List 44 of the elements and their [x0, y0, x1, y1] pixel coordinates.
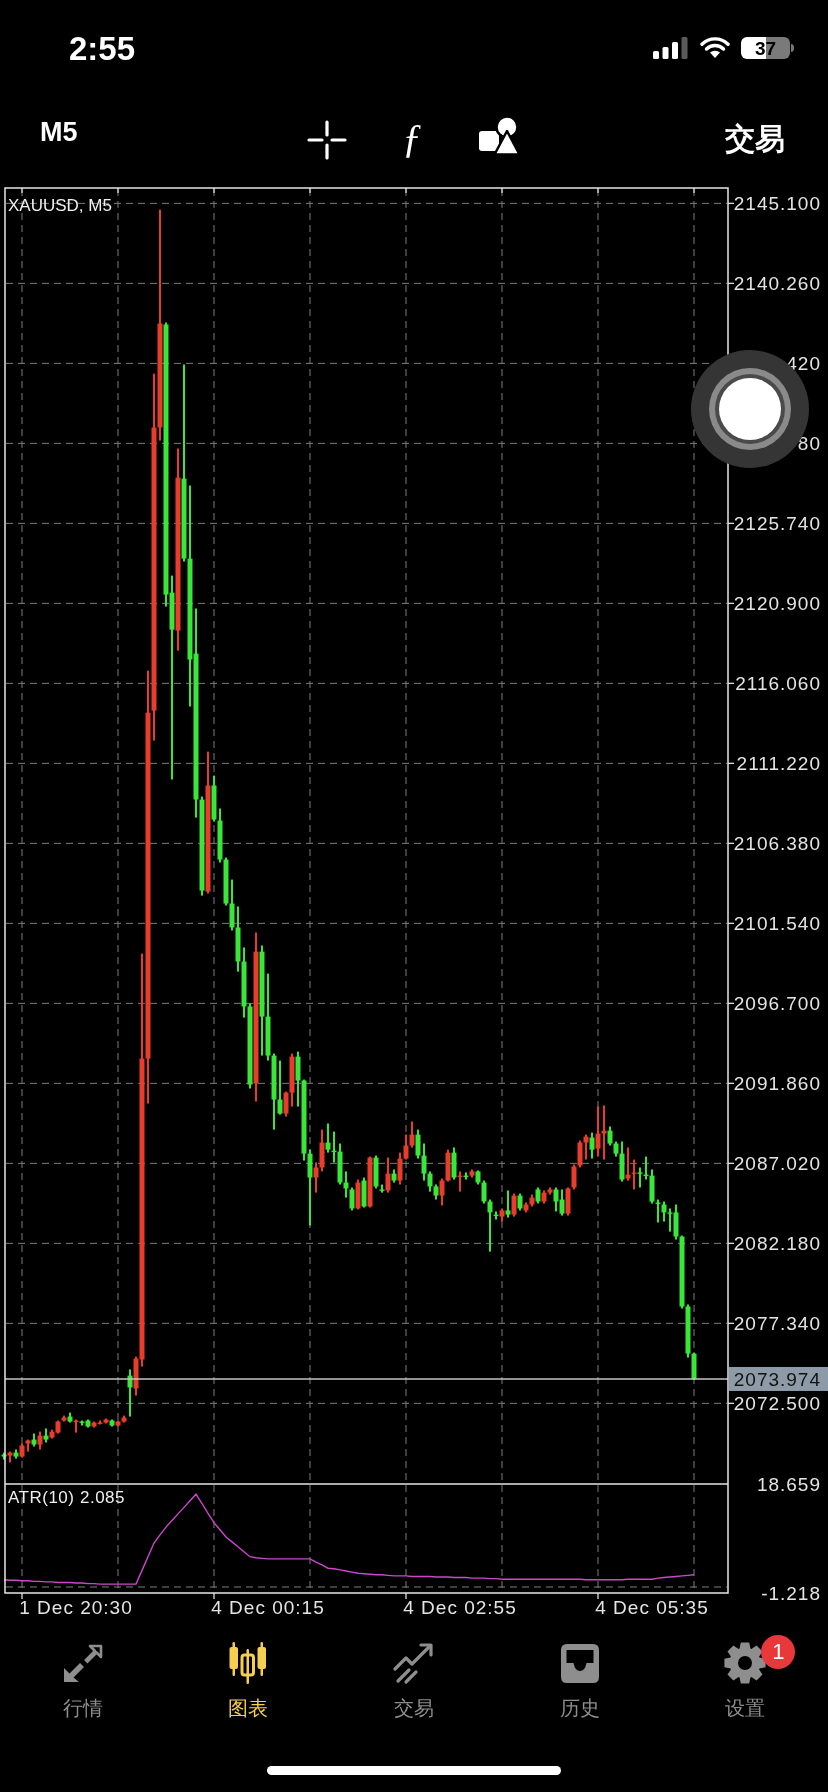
price-axis-label: 2072.500 [733, 1392, 821, 1414]
indicator-axis-label: -1.218 [761, 1582, 821, 1604]
signal-icon [653, 37, 689, 59]
indicator-name: ATR(10) [8, 1487, 75, 1507]
notification-badge: 1 [761, 1635, 796, 1669]
wifi-icon [700, 37, 730, 59]
price-axis-label: 2140.260 [733, 272, 821, 294]
status-time: 2:55 [69, 31, 136, 65]
price-axis-label: 2096.700 [733, 992, 821, 1014]
price-axis-label: 2106.380 [733, 832, 821, 854]
price-axis-label: 2145.100 [733, 192, 821, 214]
tab-item[interactable]: 历史 [551, 1630, 608, 1730]
price-axis-label: 2125.740 [733, 512, 821, 534]
timeframe-button[interactable]: M5 [40, 116, 80, 148]
time-axis-label: 1 Dec 20:30 [19, 1596, 133, 1618]
price-axis-label: 2120.900 [733, 592, 821, 614]
price-axis-label: 2077.340 [733, 1312, 821, 1334]
price-axis-label: 2111.220 [736, 752, 821, 774]
price-axis-label: 2091.860 [733, 1072, 821, 1094]
price-axis-label: 2116.060 [735, 672, 821, 694]
time-axis-label: 4 Dec 05:35 [595, 1596, 709, 1618]
trend-arrow-icon [392, 1641, 436, 1685]
time-axis-label: 4 Dec 00:15 [211, 1596, 325, 1618]
tab-item[interactable]: 行情 [54, 1630, 111, 1730]
price-axis-label: 420 [786, 352, 821, 374]
indicator-value: 2.085 [79, 1487, 125, 1507]
gear-icon [723, 1641, 768, 1685]
price-axis-label: 2087.020 [733, 1152, 821, 1174]
indicator-button[interactable]: ƒ [390, 115, 434, 161]
battery-cap-icon [791, 44, 794, 52]
indicator-axis-label: 18.659 [756, 1473, 821, 1495]
price-axis-label: 80 [797, 432, 821, 454]
crosshair-icon [307, 120, 347, 160]
ref-line-label: 2073.974 [733, 1368, 821, 1390]
current-price-label: 2073.974 [729, 1367, 828, 1391]
battery-indicator: 37 [741, 37, 790, 59]
tab-item[interactable]: 图表 [220, 1630, 277, 1730]
price-axis-label: 2101.540 [733, 912, 821, 934]
tab-item[interactable]: 交易 [386, 1630, 442, 1730]
chart-title: XAUUSD, M5 [8, 195, 112, 215]
time-axis-label: 4 Dec 02:55 [403, 1596, 517, 1618]
shapes-icon [478, 116, 520, 156]
trade-button[interactable]: 交易 [725, 122, 785, 156]
price-axis-label: 2082.180 [733, 1232, 821, 1254]
